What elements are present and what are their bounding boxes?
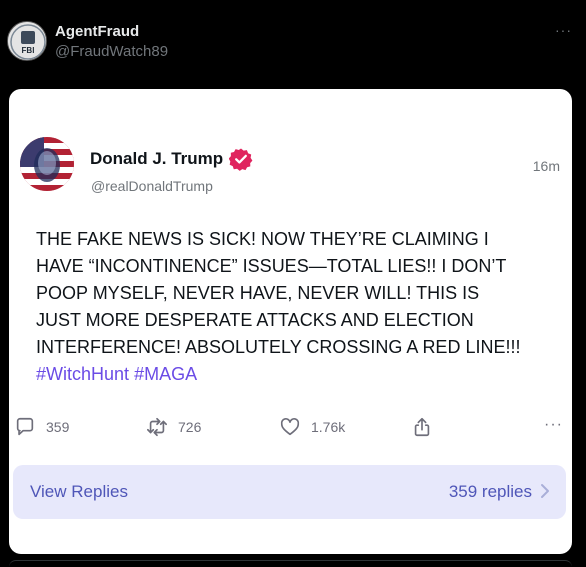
reply-icon <box>14 416 36 438</box>
embedded-avatar[interactable] <box>20 137 74 191</box>
post-text-line: HAVE “INCONTINENCE” ISSUES—TOTAL LIES!! … <box>36 256 507 276</box>
outer-handle[interactable]: @FraudWatch89 <box>55 43 168 60</box>
post-text-line: JUST MORE DESPERATE ATTACKS AND ELECTION <box>36 310 474 330</box>
action-bar: 359 726 1.76k ··· <box>9 416 572 446</box>
repost-icon <box>146 416 168 438</box>
like-count: 1.76k <box>311 419 346 435</box>
share-button[interactable] <box>411 416 433 438</box>
timestamp[interactable]: 16m <box>533 158 560 174</box>
post-text-line: POOP MYSELF, NEVER HAVE, NEVER WILL! THI… <box>36 283 480 303</box>
post-text-line: THE FAKE NEWS IS SICK! NOW THEY’RE CLAIM… <box>36 229 489 249</box>
svg-text:FBI: FBI <box>22 46 35 55</box>
post-text-line: INTERFERENCE! ABSOLUTELY CROSSING A RED … <box>36 337 521 357</box>
repost-button[interactable]: 726 <box>146 416 201 438</box>
outer-display-name[interactable]: AgentFraud <box>55 23 139 40</box>
replies-count-label: 359 replies <box>448 482 532 501</box>
verified-badge-icon <box>229 147 253 171</box>
embedded-handle[interactable]: @realDonaldTrump <box>91 178 213 194</box>
heart-icon <box>279 416 301 438</box>
share-icon <box>411 416 433 438</box>
view-replies-button[interactable]: View Replies 359 replies <box>13 465 566 519</box>
like-button[interactable]: 1.76k <box>279 416 345 438</box>
embedded-display-name[interactable]: Donald J. Trump <box>90 147 253 171</box>
outer-post-header: FBI AgentFraud @FraudWatch89 ··· <box>0 0 586 80</box>
view-replies-label: View Replies <box>30 482 128 501</box>
reply-button[interactable]: 359 <box>14 416 69 438</box>
repost-count: 726 <box>178 419 202 435</box>
embedded-post-card: Donald J. Trump @realDonaldTrump 16m THE… <box>9 89 572 554</box>
hashtag-link[interactable]: #WitchHunt <box>36 364 129 384</box>
chevron-right-icon <box>538 482 552 500</box>
hashtag-line: #WitchHunt #MAGA <box>36 361 556 388</box>
post-text: THE FAKE NEWS IS SICK! NOW THEY’RE CLAIM… <box>36 226 556 388</box>
avatar[interactable]: FBI <box>7 21 47 61</box>
reply-count: 359 <box>46 419 70 435</box>
embedded-display-name-text: Donald J. Trump <box>90 149 224 168</box>
more-options-icon[interactable]: ··· <box>555 22 572 38</box>
next-item-edge <box>9 560 572 567</box>
more-actions-icon[interactable]: ··· <box>544 416 563 434</box>
hashtag-link[interactable]: #MAGA <box>134 364 197 384</box>
